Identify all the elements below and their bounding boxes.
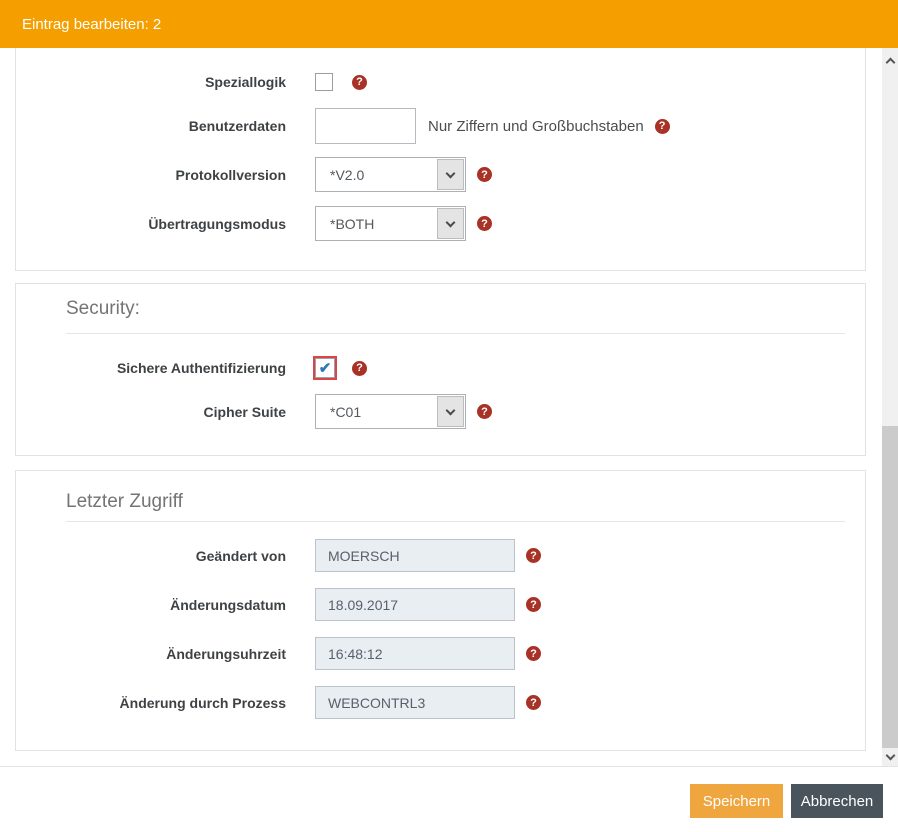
form-row-speziallogik: Speziallogik ?	[16, 72, 865, 92]
help-icon[interactable]: ?	[477, 404, 492, 419]
protokollversion-label: Protokollversion	[16, 167, 286, 183]
form-row-aenderungsuhrzeit: Änderungsuhrzeit ?	[16, 637, 865, 670]
help-icon[interactable]: ?	[477, 216, 492, 231]
help-icon[interactable]: ?	[655, 119, 670, 134]
benutzerdaten-label: Benutzerdaten	[16, 118, 286, 134]
form-row-benutzerdaten: Benutzerdaten Nur Ziffern und Großbuchst…	[16, 108, 865, 144]
aenderung-durch-prozess-label: Änderung durch Prozess	[16, 695, 286, 711]
scroll-up-button[interactable]	[882, 52, 898, 70]
save-button[interactable]: Speichern	[690, 784, 783, 818]
cipher-suite-label: Cipher Suite	[16, 404, 286, 420]
aenderungsuhrzeit-input	[315, 637, 515, 670]
chevron-down-icon	[885, 751, 895, 761]
form-row-uebertragungsmodus: Übertragungsmodus *BOTH ?	[16, 206, 865, 241]
dialog-title-bar: Eintrag bearbeiten: 2	[0, 0, 898, 48]
speziallogik-label: Speziallogik	[16, 74, 286, 90]
check-icon: ✔	[315, 358, 335, 378]
help-icon[interactable]: ?	[526, 695, 541, 710]
select-value: *C01	[316, 395, 436, 428]
help-icon[interactable]: ?	[526, 548, 541, 563]
form-row-protokollversion: Protokollversion *V2.0 ?	[16, 157, 865, 192]
dialog-title: Eintrag bearbeiten: 2	[22, 16, 161, 33]
aenderungsdatum-input	[315, 588, 515, 621]
section-divider	[66, 521, 845, 522]
form-row-cipher-suite: Cipher Suite *C01 ?	[16, 394, 865, 429]
chevron-down-icon[interactable]	[437, 208, 464, 239]
form-row-sichere-authentifizierung: Sichere Authentifizierung ✔ ?	[16, 355, 865, 381]
aenderung-durch-prozess-input	[315, 686, 515, 719]
scrollbar-thumb[interactable]	[882, 426, 898, 748]
section-divider	[66, 333, 845, 334]
geaendert-von-input	[315, 539, 515, 572]
help-icon[interactable]: ?	[352, 361, 367, 376]
panel-general-settings: Speziallogik ? Benutzerdaten Nur Ziffern…	[15, 48, 866, 271]
sichere-authentifizierung-label: Sichere Authentifizierung	[16, 360, 286, 376]
speziallogik-checkbox[interactable]	[315, 73, 333, 91]
help-icon[interactable]: ?	[526, 646, 541, 661]
last-access-heading: Letzter Zugriff	[66, 491, 183, 513]
benutzerdaten-input[interactable]	[315, 108, 416, 144]
uebertragungsmodus-select[interactable]: *BOTH	[315, 206, 466, 241]
help-icon[interactable]: ?	[526, 597, 541, 612]
security-heading: Security:	[66, 298, 140, 320]
scroll-down-button[interactable]	[882, 748, 898, 766]
chevron-up-icon	[885, 58, 895, 68]
benutzerdaten-hint: Nur Ziffern und Großbuchstaben	[428, 118, 644, 135]
vertical-scrollbar[interactable]	[882, 48, 898, 766]
aenderungsdatum-label: Änderungsdatum	[16, 597, 286, 613]
protokollversion-select[interactable]: *V2.0	[315, 157, 466, 192]
cancel-button[interactable]: Abbrechen	[791, 784, 883, 818]
aenderungsuhrzeit-label: Änderungsuhrzeit	[16, 646, 286, 662]
uebertragungsmodus-label: Übertragungsmodus	[16, 216, 286, 232]
select-value: *V2.0	[316, 158, 436, 191]
form-row-aenderungsdatum: Änderungsdatum ?	[16, 588, 865, 621]
select-value: *BOTH	[316, 207, 436, 240]
chevron-down-icon[interactable]	[437, 159, 464, 190]
panel-last-access: Letzter Zugriff Geändert von ? Änderungs…	[15, 470, 866, 751]
cipher-suite-select[interactable]: *C01	[315, 394, 466, 429]
help-icon[interactable]: ?	[352, 75, 367, 90]
help-icon[interactable]: ?	[477, 167, 492, 182]
geaendert-von-label: Geändert von	[16, 548, 286, 564]
chevron-down-icon[interactable]	[437, 396, 464, 427]
form-row-geaendert-von: Geändert von ?	[16, 539, 865, 572]
form-row-aenderung-durch-prozess: Änderung durch Prozess ?	[16, 686, 865, 719]
edit-entry-dialog: Eintrag bearbeiten: 2 Speziallogik ? Ben…	[0, 0, 898, 832]
panel-security: Security: Sichere Authentifizierung ✔ ? …	[15, 283, 866, 456]
dialog-footer: Speichern Abbrechen	[0, 766, 898, 832]
sichere-authentifizierung-checkbox[interactable]: ✔	[313, 356, 337, 380]
